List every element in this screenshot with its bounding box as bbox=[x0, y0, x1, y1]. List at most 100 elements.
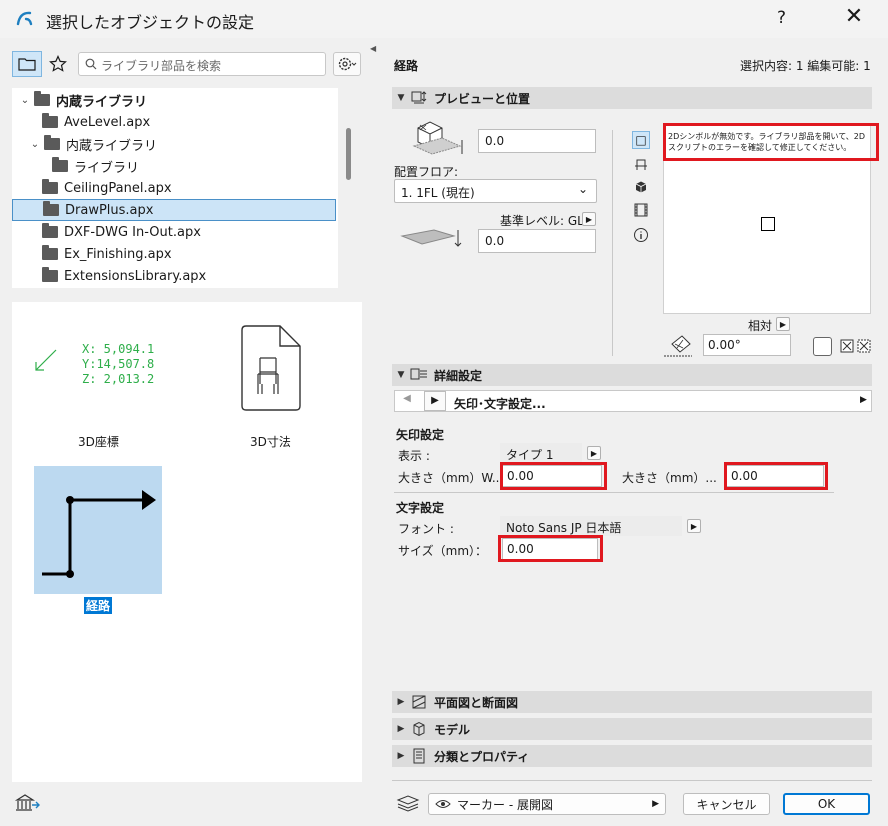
floor-select-value: 1. 1FL (現在) bbox=[401, 186, 475, 200]
splitter-handle[interactable]: ◀ bbox=[370, 44, 376, 53]
tree-item[interactable]: AveLevel.apx bbox=[12, 111, 336, 133]
library-manager-icon[interactable] bbox=[14, 792, 40, 814]
expand-right-icon: ▶ bbox=[397, 697, 405, 707]
size-h-label: 大きさ（mm）... bbox=[622, 471, 717, 485]
mirror-icons[interactable] bbox=[840, 339, 872, 355]
tree-scrollbar[interactable] bbox=[346, 128, 351, 180]
library-settings-button[interactable] bbox=[333, 52, 361, 76]
tree-item-label: Ex_Finishing.apx bbox=[64, 246, 172, 262]
folder-icon bbox=[42, 179, 58, 194]
folder-icon bbox=[43, 201, 59, 216]
3d-coordinate-icon bbox=[35, 349, 57, 371]
section-plan-title: 平面図と断面図 bbox=[434, 695, 519, 710]
nav-next-button[interactable]: ▶ bbox=[424, 391, 446, 411]
view-2d-button[interactable]: □ bbox=[632, 131, 650, 149]
cancel-button[interactable]: キャンセル bbox=[683, 793, 770, 815]
favorites-button[interactable] bbox=[43, 51, 73, 77]
plan-section-icon bbox=[412, 695, 426, 709]
tree-item[interactable]: Ex_Finishing.apx bbox=[12, 243, 336, 265]
star-icon bbox=[49, 55, 67, 72]
info-icon bbox=[634, 228, 648, 242]
nav-prev-button[interactable]: ◀ bbox=[398, 393, 416, 409]
chevron-down-icon[interactable]: ⌄ bbox=[18, 95, 32, 106]
info-button[interactable] bbox=[632, 226, 650, 244]
details-icon bbox=[410, 368, 427, 380]
item-label-3d-dimension[interactable]: 3D寸法 bbox=[250, 433, 291, 450]
help-button[interactable]: ? bbox=[777, 8, 786, 28]
ok-button[interactable]: OK bbox=[783, 793, 870, 815]
preview-separator bbox=[612, 130, 613, 356]
footer-divider bbox=[392, 780, 872, 781]
section-model[interactable]: ▶ モデル bbox=[392, 718, 872, 740]
ref-level-menu-button[interactable]: ▶ bbox=[582, 212, 596, 226]
layer-select[interactable]: マーカー - 展開図 ▶ bbox=[428, 793, 666, 815]
library-tree: ⌄ 内蔵ライブラリ AveLevel.apx ⌄ 内蔵ライブラリライブラリ Ceiling… bbox=[12, 88, 338, 288]
display-type-select[interactable]: タイプ 1 bbox=[500, 443, 582, 463]
tree-item[interactable]: ライブラリ bbox=[12, 155, 336, 177]
tree-item-label: 内蔵ライブラリ bbox=[56, 94, 148, 110]
coord-readout: X: 5,094.1 Y:14,507.8 Z: 2,013.2 bbox=[82, 342, 154, 387]
relative-menu-button[interactable]: ▶ bbox=[776, 317, 790, 331]
view-section-button[interactable] bbox=[632, 201, 650, 219]
window-title: 選択したオブジェクトの設定 bbox=[46, 13, 255, 32]
layer-stack-icon bbox=[396, 795, 420, 812]
section-plan-section[interactable]: ▶ 平面図と断面図 bbox=[392, 691, 872, 713]
size-w-label: 大きさ（mm）W... bbox=[398, 471, 504, 485]
folder-icon bbox=[42, 267, 58, 282]
font-select[interactable]: Noto Sans JP 日本語 bbox=[500, 516, 682, 536]
expand-right-icon: ▶ bbox=[397, 724, 405, 734]
tree-item[interactable]: DXF-DWG In-Out.apx bbox=[12, 221, 336, 243]
arrow-settings-heading: 矢印設定 bbox=[396, 428, 445, 442]
tree-item[interactable]: DrawPlus.apx bbox=[12, 199, 336, 221]
section-classification[interactable]: ▶ 分類とプロパティ bbox=[392, 745, 872, 767]
folder-icon bbox=[42, 245, 58, 260]
tree-item[interactable]: ExtensionsLibrary.apx bbox=[12, 265, 336, 287]
section-details[interactable]: ▼ 詳細設定 bbox=[392, 364, 872, 386]
chevron-down-icon[interactable]: ⌄ bbox=[28, 139, 42, 150]
classification-icon bbox=[413, 748, 425, 764]
display-type-menu-button[interactable]: ▶ bbox=[587, 446, 601, 460]
tree-item-label: DXF-DWG In-Out.apx bbox=[64, 224, 201, 240]
angle-input[interactable]: 0.00° bbox=[703, 334, 791, 356]
coord-x: X: 5,094.1 bbox=[82, 342, 155, 356]
text-settings-heading: 文字設定 bbox=[396, 501, 445, 515]
item-label-3d-coordinate[interactable]: 3D座標 bbox=[78, 433, 119, 450]
floor-select[interactable]: 1. 1FL (現在) ⌄ bbox=[394, 179, 597, 203]
tree-item[interactable]: CeilingPanel.apx bbox=[12, 177, 336, 199]
gear-icon bbox=[338, 57, 357, 71]
tree-item-label: AveLevel.apx bbox=[64, 114, 151, 130]
text-size-label: サイズ（mm）： bbox=[398, 544, 488, 558]
tree-item-label: ライブラリ bbox=[74, 160, 140, 176]
item-label-path[interactable]: 経路 bbox=[84, 597, 113, 614]
highlight-size-w bbox=[500, 462, 607, 490]
expand-down-icon: ▼ bbox=[397, 93, 405, 103]
highlight-size-h bbox=[724, 462, 828, 490]
library-search-input[interactable]: ライブラリ部品を検索 bbox=[78, 52, 326, 76]
selection-info: 選択内容: 1 編集可能: 1 bbox=[740, 59, 871, 73]
display-label: 表示 : bbox=[398, 449, 430, 463]
mirror-checkbox[interactable] bbox=[813, 337, 832, 356]
highlight-error-box bbox=[663, 123, 879, 161]
section-classification-title: 分類とプロパティ bbox=[434, 749, 530, 764]
section-preview-title: プレビューと位置 bbox=[434, 91, 531, 106]
settings-header-title: 経路 bbox=[394, 59, 419, 73]
tree-item[interactable]: ⌄ 内蔵ライブラリ bbox=[12, 89, 336, 111]
detail-nav-label[interactable]: 矢印･文字設定... bbox=[454, 395, 546, 412]
plan-view-icon bbox=[635, 159, 647, 170]
folder-view-button[interactable] bbox=[12, 51, 42, 77]
view-3d-button[interactable] bbox=[632, 178, 650, 196]
elevation-plane-icon bbox=[400, 229, 462, 247]
nav-more-icon[interactable]: ▶ bbox=[860, 395, 867, 405]
tree-item-label: 内蔵ライブラリ bbox=[66, 138, 158, 154]
app-logo-icon bbox=[16, 11, 33, 26]
font-menu-button[interactable]: ▶ bbox=[687, 519, 701, 533]
offset-input[interactable]: 0.0 bbox=[478, 129, 596, 153]
tree-item[interactable]: ⌄ 内蔵ライブラリ bbox=[12, 133, 336, 155]
close-button[interactable]: ✕ bbox=[840, 4, 868, 29]
ref-level-input[interactable]: 0.0 bbox=[478, 229, 596, 253]
view-plan-button[interactable] bbox=[632, 156, 650, 174]
rotation-angle-icon bbox=[664, 335, 692, 357]
section-preview-position[interactable]: ▼ プレビューと位置 bbox=[392, 87, 872, 109]
chevron-right-icon: ▶ bbox=[652, 799, 659, 809]
item-path-thumbnail[interactable] bbox=[34, 466, 162, 594]
